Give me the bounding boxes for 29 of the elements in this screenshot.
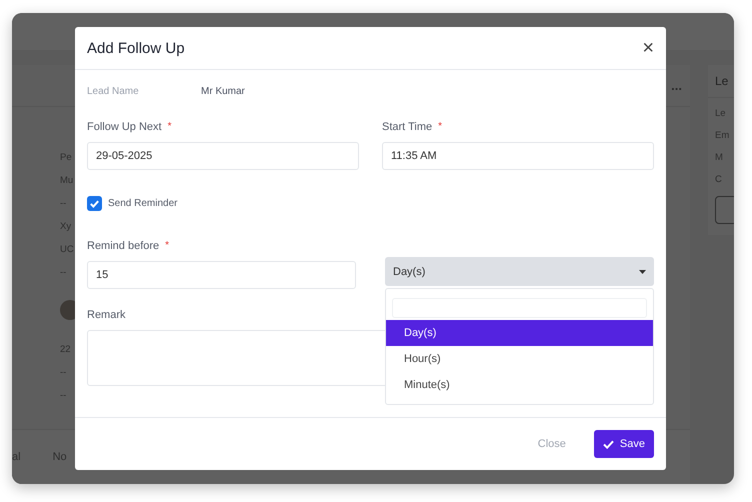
- close-button[interactable]: ×: [642, 36, 654, 60]
- dropdown-option[interactable]: Minute(s): [386, 372, 653, 398]
- required-mark: *: [438, 121, 442, 133]
- modal-title: Add Follow Up: [87, 40, 185, 56]
- save-button[interactable]: Save: [594, 430, 654, 458]
- checkbox-label: Send Reminder: [108, 198, 178, 209]
- detail-text: --: [60, 267, 66, 278]
- input-field[interactable]: 15: [87, 261, 356, 289]
- check-icon: [89, 198, 100, 209]
- field-label: Lead Name: [87, 86, 140, 97]
- detail-text: --: [60, 390, 66, 401]
- unit-dropdown[interactable]: Day(s): [385, 257, 654, 286]
- input-field[interactable]: 11:35 AM: [382, 142, 654, 170]
- required-mark: *: [165, 240, 170, 252]
- dropdown-option[interactable]: Day(s): [386, 320, 653, 346]
- card-title: Le: [715, 74, 728, 88]
- field-label: Start Time: [382, 121, 432, 133]
- field-value: Mr Kumar: [201, 86, 245, 97]
- field-label: Remind before: [87, 240, 160, 252]
- detail-text: --: [60, 198, 66, 209]
- checkbox[interactable]: [87, 196, 102, 211]
- input-field[interactable]: 29-05-2025: [87, 142, 359, 170]
- detail-text: --: [60, 367, 66, 378]
- caret-icon: [639, 270, 646, 274]
- field-label: Remark: [87, 309, 126, 321]
- required-mark: *: [168, 121, 172, 133]
- dropdown-option[interactable]: Hour(s): [386, 346, 653, 372]
- check-icon: [602, 440, 614, 448]
- field-label: Follow Up Next: [87, 121, 162, 133]
